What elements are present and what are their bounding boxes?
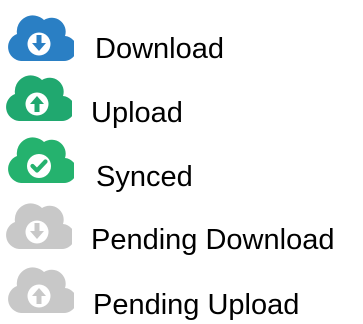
cloud-pending-upload-icon bbox=[6, 260, 74, 316]
legend-label-synced: Synced bbox=[96, 161, 193, 193]
cloud-download-icon bbox=[6, 8, 74, 64]
legend-item-download: Download bbox=[0, 0, 363, 65]
legend-item-upload: Upload bbox=[0, 64, 363, 129]
legend-item-pending-download: Pending Download bbox=[0, 192, 363, 256]
legend-item-pending-upload: Pending Upload bbox=[0, 256, 363, 321]
sync-status-legend: Download Upload Synced Pending Download … bbox=[0, 0, 363, 324]
legend-label-pending-upload: Pending Upload bbox=[93, 289, 300, 321]
legend-item-synced: Synced bbox=[0, 128, 363, 193]
legend-label-pending-download: Pending Download bbox=[91, 224, 335, 256]
cloud-upload-icon bbox=[4, 68, 72, 124]
cloud-pending-download-icon bbox=[4, 196, 72, 252]
legend-label-upload: Upload bbox=[91, 97, 183, 129]
legend-label-download: Download bbox=[95, 33, 224, 65]
cloud-synced-icon bbox=[6, 130, 74, 186]
